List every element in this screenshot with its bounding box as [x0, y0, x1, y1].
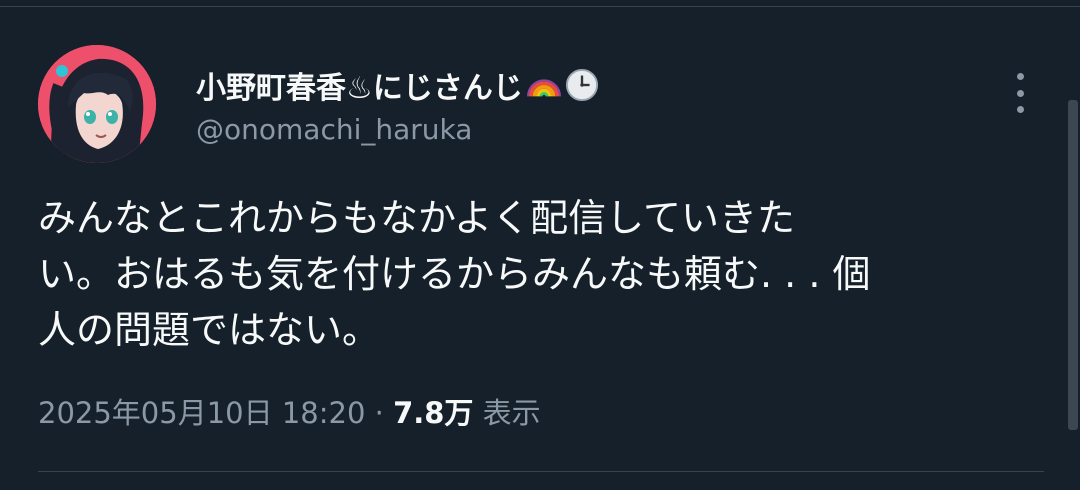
user-handle[interactable]: @onomachi_haruka: [196, 113, 472, 146]
top-divider: [0, 6, 1080, 7]
bottom-divider: [38, 471, 1044, 472]
more-dot: [1016, 89, 1024, 97]
tweet-text: みんなとこれからもなかよく配信していきた い。おはるも気を付けるからみんなも頼む…: [38, 196, 871, 352]
views-count[interactable]: 7.8万: [393, 396, 473, 430]
rainbow-icon: [526, 79, 561, 97]
scrollbar[interactable]: [1068, 100, 1078, 430]
more-options-icon[interactable]: [1008, 73, 1032, 113]
avatar[interactable]: [38, 45, 156, 163]
display-name[interactable]: 小野町春香♨にじさんじ: [196, 63, 523, 107]
more-dot: [1016, 73, 1024, 80]
more-dot: [1016, 106, 1024, 113]
clock-icon: [565, 68, 598, 102]
avatar-illustration: [38, 45, 156, 163]
meta-separator: ·: [365, 396, 394, 430]
views-label: 表示: [473, 396, 541, 430]
tweet-meta: 2025年05月10日 18:20 · 7.8万 表示: [38, 390, 541, 432]
timestamp[interactable]: 2025年05月10日 18:20: [38, 396, 365, 430]
tweet-header: 小野町春香♨にじさんじ @onomachi_haruka: [38, 45, 1058, 165]
display-name-row[interactable]: 小野町春香♨にじさんじ: [196, 63, 599, 107]
